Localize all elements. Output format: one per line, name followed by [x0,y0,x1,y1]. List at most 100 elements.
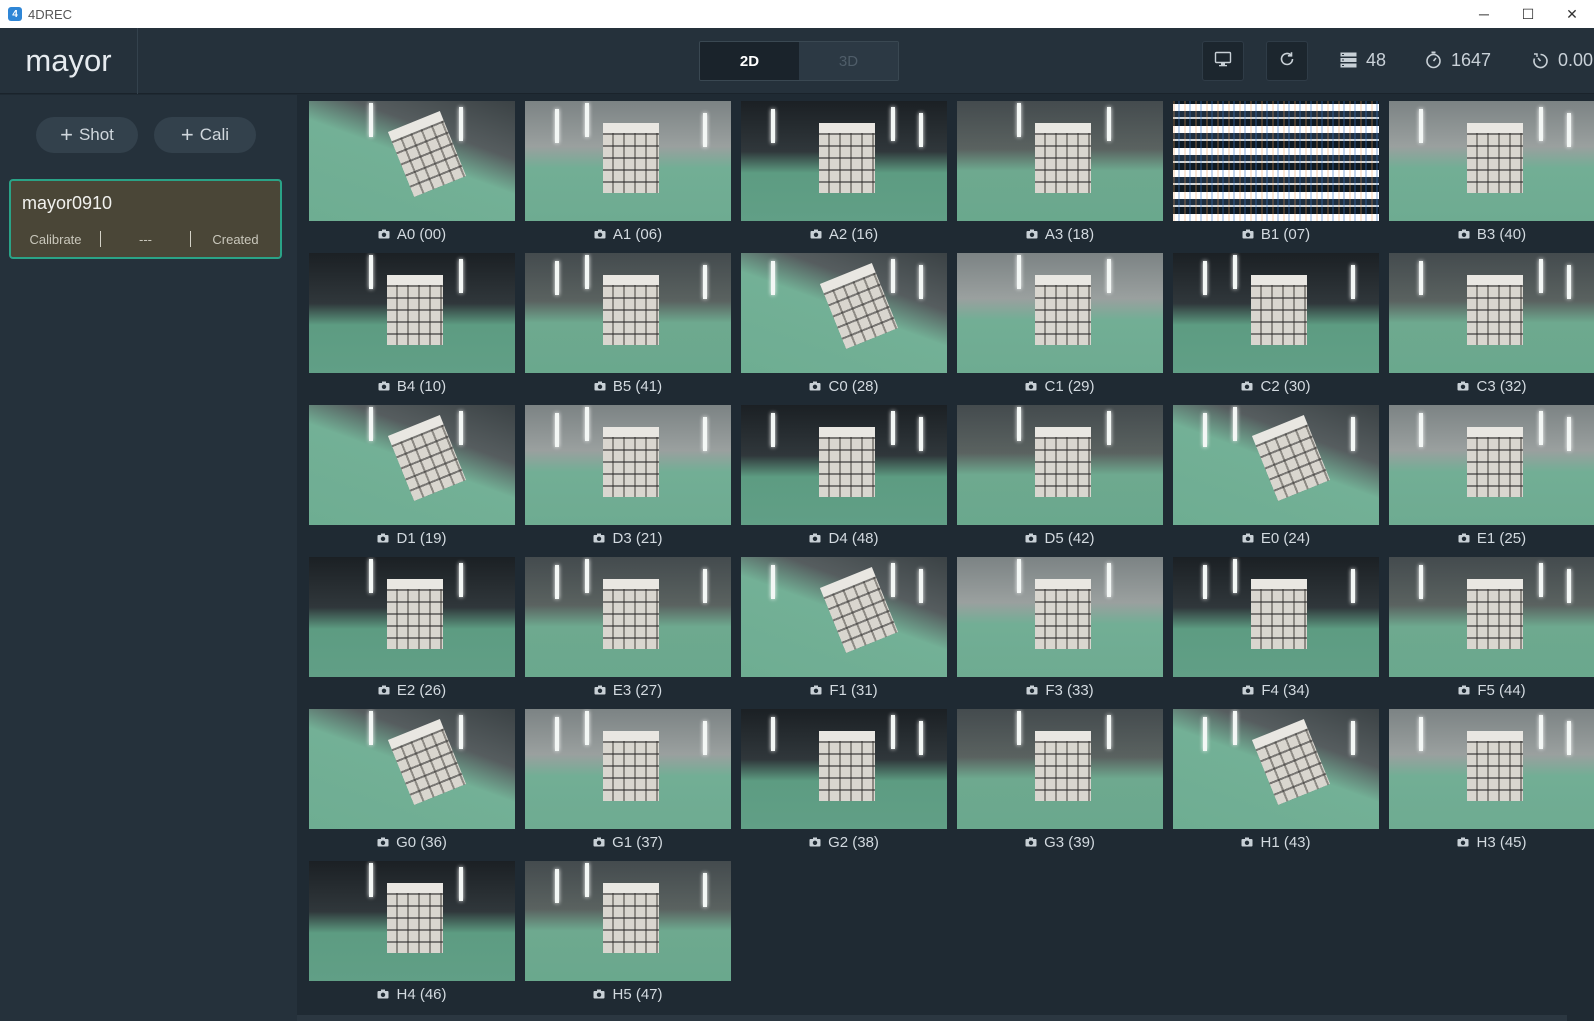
camera-tile[interactable]: E3 (27) [525,557,731,706]
camera-tile[interactable]: C0 (28) [741,253,947,402]
camera-label: E2 (26) [309,677,515,703]
camera-tile[interactable]: B1 (07) [1173,101,1379,250]
camera-label-text: G2 (38) [828,833,879,851]
camera-label-text: B4 (10) [396,377,447,395]
camera-thumbnail[interactable] [309,557,515,677]
camera-icon [1241,837,1253,847]
camera-tile[interactable]: A3 (18) [957,101,1163,250]
camera-thumbnail[interactable] [741,101,947,221]
camera-icon [594,685,606,695]
camera-tile[interactable]: C1 (29) [957,253,1163,402]
camera-tile[interactable]: E0 (24) [1173,405,1379,554]
camera-tile[interactable]: G2 (38) [741,709,947,858]
project-card-status: Created [212,231,259,247]
camera-label: G2 (38) [741,829,947,855]
camera-thumbnail[interactable] [1389,101,1594,221]
camera-tile[interactable]: D4 (48) [741,405,947,554]
camera-tile[interactable]: B3 (40) [1389,101,1594,250]
camera-thumbnail[interactable] [741,557,947,677]
close-button[interactable]: ✕ [1550,0,1594,28]
camera-thumbnail[interactable] [957,557,1163,677]
camera-thumbnail[interactable] [525,557,731,677]
camera-label: H1 (43) [1173,829,1379,855]
camera-thumbnail[interactable] [309,253,515,373]
camera-tile[interactable]: E1 (25) [1389,405,1594,554]
camera-label-text: A2 (16) [828,225,879,243]
camera-thumbnail[interactable] [309,861,515,981]
camera-tile[interactable]: F5 (44) [1389,557,1594,706]
camera-label: D1 (19) [309,525,515,551]
camera-tile[interactable]: H5 (47) [525,861,731,1010]
window-titlebar: 4 4DREC ─ ☐ ✕ [0,0,1594,28]
camera-tile[interactable]: F3 (33) [957,557,1163,706]
add-cali-button[interactable]: + Cali [154,117,256,153]
camera-thumbnail[interactable] [525,709,731,829]
camera-tile[interactable]: D3 (21) [525,405,731,554]
project-card-title: mayor0910 [22,193,113,213]
camera-tile[interactable]: H3 (45) [1389,709,1594,858]
camera-thumbnail[interactable] [309,709,515,829]
camera-thumbnail[interactable] [309,101,515,221]
camera-tile[interactable]: F4 (34) [1173,557,1379,706]
camera-tile[interactable]: D5 (42) [957,405,1163,554]
add-shot-button[interactable]: + Shot [36,117,138,153]
camera-label-text: D3 (21) [612,529,663,547]
camera-thumbnail[interactable] [1173,557,1379,677]
camera-label: D5 (42) [957,525,1163,551]
project-card[interactable]: mayor0910 Calibrate --- Created [9,179,282,259]
camera-thumbnail[interactable] [525,101,731,221]
camera-thumbnail[interactable] [957,405,1163,525]
camera-thumbnail[interactable] [309,405,515,525]
camera-label: C2 (30) [1173,373,1379,399]
refresh-button[interactable] [1266,41,1308,81]
camera-icon [809,381,821,391]
monitor-button[interactable] [1202,41,1244,81]
camera-tile[interactable]: G3 (39) [957,709,1163,858]
camera-icon [377,533,389,543]
horizontal-scrollbar[interactable] [297,1015,1567,1021]
storage-stat: 48 [1340,47,1386,73]
mode-2d-button[interactable]: 2D [700,42,799,80]
mode-3d-button[interactable]: 3D [799,42,898,80]
maximize-button[interactable]: ☐ [1506,0,1550,28]
camera-thumbnail[interactable] [741,709,947,829]
camera-thumbnail[interactable] [1389,557,1594,677]
camera-thumbnail[interactable] [741,405,947,525]
camera-tile[interactable]: D1 (19) [309,405,515,554]
camera-tile[interactable]: C2 (30) [1173,253,1379,402]
camera-thumbnail[interactable] [1389,405,1594,525]
camera-thumbnail[interactable] [741,253,947,373]
minimize-button[interactable]: ─ [1462,0,1506,28]
camera-tile[interactable]: H1 (43) [1173,709,1379,858]
camera-tile[interactable]: F1 (31) [741,557,947,706]
camera-icon [1458,533,1470,543]
camera-tile[interactable]: B5 (41) [525,253,731,402]
camera-label-text: H1 (43) [1260,833,1311,851]
camera-thumbnail[interactable] [1389,253,1594,373]
camera-tile[interactable]: C3 (32) [1389,253,1594,402]
camera-tile[interactable]: A1 (06) [525,101,731,250]
camera-icon [378,229,390,239]
camera-tile[interactable]: H4 (46) [309,861,515,1010]
camera-icon [377,837,389,847]
camera-thumbnail[interactable] [1173,709,1379,829]
camera-thumbnail[interactable] [957,101,1163,221]
camera-tile[interactable]: A0 (00) [309,101,515,250]
camera-thumbnail[interactable] [1173,253,1379,373]
camera-tile[interactable]: B4 (10) [309,253,515,402]
camera-tile[interactable]: G0 (36) [309,709,515,858]
camera-thumbnail[interactable] [525,253,731,373]
camera-tile[interactable]: A2 (16) [741,101,947,250]
camera-icon [1458,685,1470,695]
camera-thumbnail[interactable] [1389,709,1594,829]
camera-thumbnail[interactable] [525,861,731,981]
camera-label-text: C2 (30) [1260,377,1311,395]
camera-thumbnail[interactable] [957,253,1163,373]
camera-thumbnail[interactable] [1173,101,1379,221]
camera-thumbnail[interactable] [525,405,731,525]
camera-thumbnail[interactable] [957,709,1163,829]
camera-tile[interactable]: E2 (26) [309,557,515,706]
camera-thumbnail[interactable] [1173,405,1379,525]
camera-label: B4 (10) [309,373,515,399]
camera-tile[interactable]: G1 (37) [525,709,731,858]
